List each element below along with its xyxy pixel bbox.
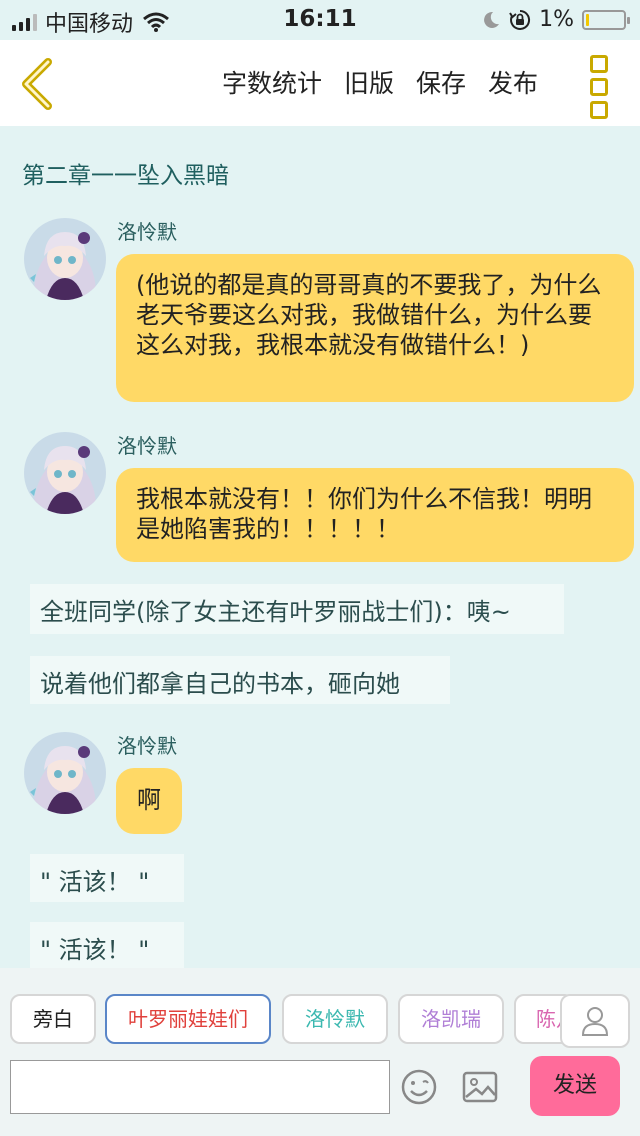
story-content[interactable]: 第二章一一坠入黑暗 洛怜默 (他说的都是真的哥哥真的不要我了，为什么老天爷要这么… xyxy=(0,126,640,968)
character-tab-luokairui[interactable]: 洛凯瑞 xyxy=(398,994,504,1044)
image-icon[interactable] xyxy=(462,1071,498,1103)
narration-line[interactable]: " 活该！ " xyxy=(30,854,184,902)
avatar[interactable] xyxy=(24,432,106,514)
old-version-button[interactable]: 旧版 xyxy=(344,64,394,100)
message-bubble[interactable]: 我根本就没有！！你们为什么不信我！明明是她陷害我的！！！！！ xyxy=(116,468,634,562)
person-icon xyxy=(581,1007,609,1036)
speaker-name: 洛怜默 xyxy=(117,734,177,758)
word-count-button[interactable]: 字数统计 xyxy=(222,64,322,100)
speaker-name: 洛怜默 xyxy=(117,434,177,458)
message-input[interactable] xyxy=(10,1060,390,1114)
battery-percent: 1% xyxy=(539,7,574,32)
avatar[interactable] xyxy=(24,732,106,814)
chapter-title: 第二章一一坠入黑暗 xyxy=(22,163,229,189)
add-character-button[interactable] xyxy=(560,994,630,1048)
chevron-left-icon[interactable] xyxy=(18,58,58,110)
narration-line[interactable]: 全班同学(除了女主还有叶罗丽战士们)：咦~ xyxy=(30,584,564,634)
narration-line[interactable]: 说着他们都拿自己的书本，砸向她 xyxy=(30,656,450,704)
orientation-lock-icon xyxy=(509,9,531,30)
character-tab-group[interactable]: 叶罗丽娃娃们 xyxy=(105,994,271,1044)
battery-icon xyxy=(582,9,630,30)
more-menu-icon[interactable] xyxy=(590,55,610,119)
message-bubble[interactable]: (他说的都是真的哥哥真的不要我了，为什么老天爷要这么对我，我做错什么，为什么要这… xyxy=(116,254,634,402)
message-bubble[interactable]: 啊 xyxy=(116,768,182,834)
status-bar: 中国移动 16:11 1% xyxy=(0,0,640,40)
character-tab-luolianmo[interactable]: 洛怜默 xyxy=(282,994,388,1044)
composer-panel: 旁白 叶罗丽娃娃们 洛怜默 洛凯瑞 陈凡 发送 xyxy=(0,968,640,1136)
publish-button[interactable]: 发布 xyxy=(488,64,538,100)
speaker-name: 洛怜默 xyxy=(117,220,177,244)
character-selector: 旁白 叶罗丽娃娃们 洛怜默 洛凯瑞 陈凡 xyxy=(0,994,640,1048)
character-tab-narrator[interactable]: 旁白 xyxy=(10,994,96,1044)
moon-icon xyxy=(484,11,500,28)
top-toolbar: 字数统计 旧版 保存 发布 xyxy=(0,40,640,126)
emoji-icon[interactable] xyxy=(400,1068,438,1106)
save-button[interactable]: 保存 xyxy=(416,64,466,100)
narration-line[interactable]: " 活该！ " xyxy=(30,922,184,968)
send-button[interactable]: 发送 xyxy=(530,1056,620,1116)
avatar[interactable] xyxy=(24,218,106,300)
